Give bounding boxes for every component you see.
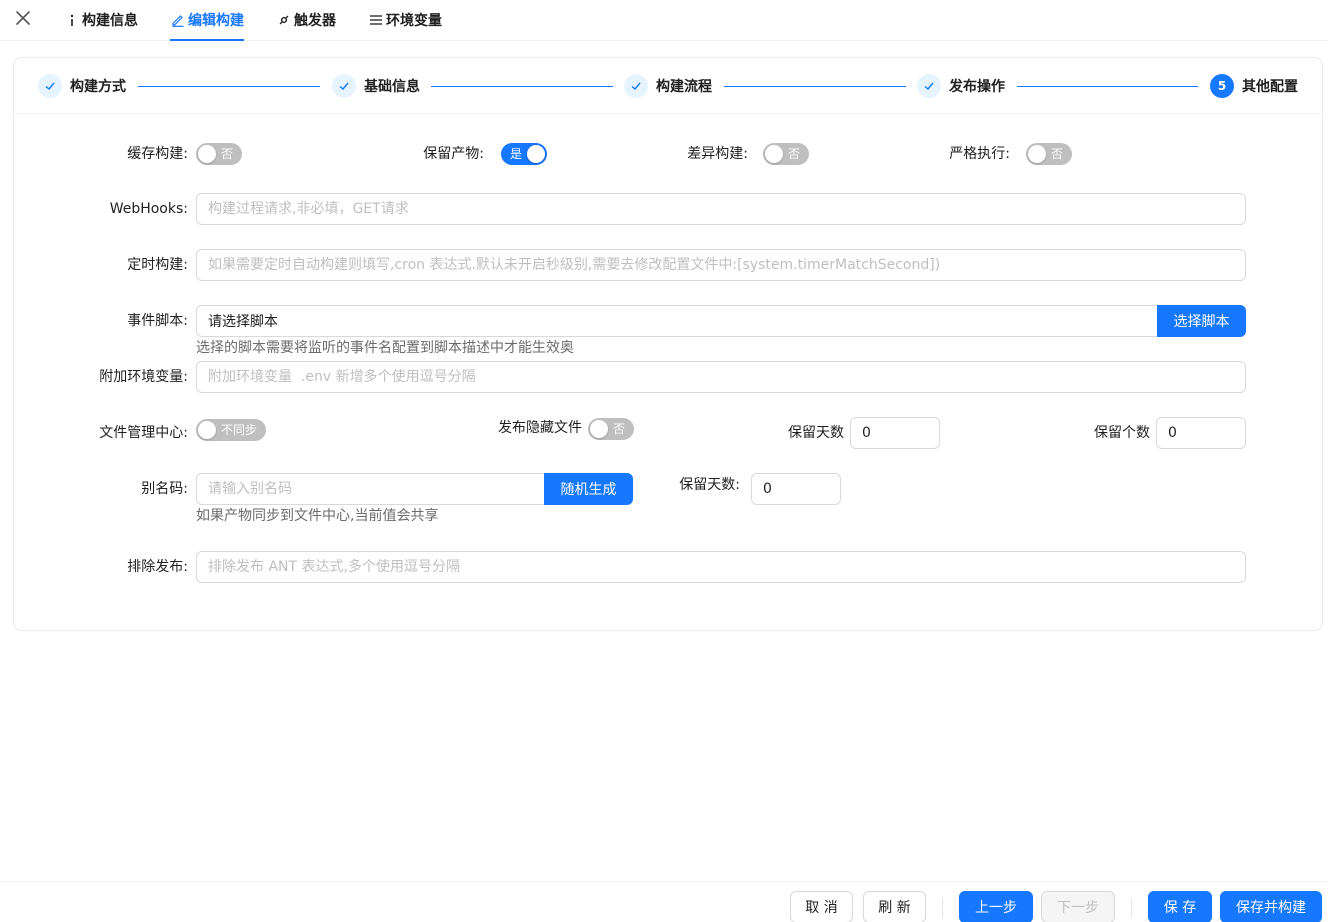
step-basic-info[interactable]: 基础信息 xyxy=(332,74,420,98)
keep-count-input[interactable] xyxy=(1156,417,1246,449)
check-icon xyxy=(917,74,941,98)
webhooks-label: WebHooks: xyxy=(109,201,188,217)
extra-env-input[interactable] xyxy=(196,361,1246,393)
switch-text: 否 xyxy=(1050,147,1063,161)
tab-label: 编辑构建 xyxy=(188,13,244,29)
close-icon[interactable] xyxy=(12,7,34,29)
publish-hidden-label: 发布隐藏文件 xyxy=(498,420,582,436)
keep-days-input[interactable] xyxy=(850,417,940,449)
save-button[interactable]: 保 存 xyxy=(1148,891,1212,922)
step-title: 基础信息 xyxy=(364,79,420,95)
event-script-help: 选择的脚本需要将监听的事件名配置到脚本描述中才能生效奥 xyxy=(196,340,574,356)
keep-artifact-label: 保留产物: xyxy=(423,146,484,162)
step-title: 构建流程 xyxy=(656,79,712,95)
strict-exec-label: 严格执行: xyxy=(949,146,1010,162)
tab-build-info[interactable]: 构建信息 xyxy=(64,0,138,40)
step-other-config[interactable]: 5 其他配置 xyxy=(1210,74,1298,98)
step-connector xyxy=(724,86,906,87)
timed-build-label: 定时构建: xyxy=(127,257,188,273)
tab-label: 触发器 xyxy=(294,13,336,29)
switch-text: 否 xyxy=(612,422,625,436)
alias-code-label: 别名码: xyxy=(141,481,188,497)
tab-label: 构建信息 xyxy=(82,13,138,29)
switch-text: 否 xyxy=(787,147,800,161)
footer-bar: 取 消 刷 新 上一步 下一步 保 存 保存并构建 xyxy=(0,881,1328,922)
tab-edit-build[interactable]: 编辑构建 xyxy=(170,0,244,41)
step-title: 发布操作 xyxy=(949,79,1005,95)
step-title: 其他配置 xyxy=(1242,79,1298,95)
keep-count-label: 保留个数 xyxy=(1094,425,1150,441)
tab-list: 构建信息 编辑构建 触发器 环境变量 xyxy=(64,0,474,41)
webhooks-input[interactable] xyxy=(196,193,1246,225)
api-icon xyxy=(276,13,292,27)
exclude-publish-input[interactable] xyxy=(196,551,1246,583)
switch-text: 否 xyxy=(220,147,233,161)
event-script-input[interactable] xyxy=(196,305,1158,337)
switch-knob xyxy=(527,145,545,163)
footer-divider xyxy=(1131,898,1132,918)
next-step-button: 下一步 xyxy=(1041,891,1115,922)
edit-icon xyxy=(170,13,186,27)
file-center-switch[interactable]: 不同步 xyxy=(196,419,266,441)
diff-build-switch[interactable]: 否 xyxy=(763,143,809,165)
cache-build-label: 缓存构建: xyxy=(127,146,188,162)
switch-knob xyxy=(1028,145,1046,163)
tab-trigger[interactable]: 触发器 xyxy=(276,0,336,40)
refresh-button[interactable]: 刷 新 xyxy=(863,891,926,922)
step-number: 5 xyxy=(1210,74,1234,98)
strict-exec-switch[interactable]: 否 xyxy=(1026,143,1072,165)
switch-knob xyxy=(198,145,216,163)
timed-build-input[interactable] xyxy=(196,249,1246,281)
step-connector xyxy=(431,86,613,87)
steps-bar: 构建方式 基础信息 构建流程 发布操作 5 其他配置 xyxy=(14,58,1322,114)
cache-build-switch[interactable]: 否 xyxy=(196,143,242,165)
switch-text: 是 xyxy=(510,147,523,161)
save-and-build-button[interactable]: 保存并构建 xyxy=(1220,891,1322,922)
step-build-flow[interactable]: 构建流程 xyxy=(624,74,712,98)
extra-env-label: 附加环境变量: xyxy=(99,369,188,385)
alias-code-input[interactable] xyxy=(196,473,545,505)
config-card: 构建方式 基础信息 构建流程 发布操作 5 其他配置 缓存构建: 否 保留产物:… xyxy=(13,57,1323,631)
keep-artifact-switch[interactable]: 是 xyxy=(501,143,547,165)
file-center-label: 文件管理中心: xyxy=(99,425,188,441)
cancel-button[interactable]: 取 消 xyxy=(790,891,853,922)
step-connector xyxy=(1017,86,1198,87)
check-icon xyxy=(332,74,356,98)
event-script-label: 事件脚本: xyxy=(127,313,188,329)
list-icon xyxy=(368,14,384,26)
alias-code-help: 如果产物同步到文件中心,当前值会共享 xyxy=(196,508,439,524)
switch-knob xyxy=(198,421,216,439)
check-icon xyxy=(38,74,62,98)
tab-label: 环境变量 xyxy=(386,13,442,29)
select-script-button[interactable]: 选择脚本 xyxy=(1157,305,1246,337)
switch-text: 不同步 xyxy=(220,423,257,437)
alias-keep-days-input[interactable] xyxy=(751,473,841,505)
tab-env-vars[interactable]: 环境变量 xyxy=(368,0,442,40)
step-publish[interactable]: 发布操作 xyxy=(917,74,1005,98)
step-connector xyxy=(138,86,320,87)
keep-days-label: 保留天数 xyxy=(788,425,844,441)
alias-keep-days-label: 保留天数: xyxy=(679,477,740,493)
step-build-method[interactable]: 构建方式 xyxy=(38,74,126,98)
prev-step-button[interactable]: 上一步 xyxy=(959,891,1033,922)
switch-knob xyxy=(765,145,783,163)
random-generate-button[interactable]: 随机生成 xyxy=(544,473,633,505)
top-tab-bar: 构建信息 编辑构建 触发器 环境变量 xyxy=(0,0,1328,41)
info-icon xyxy=(64,13,80,27)
switch-knob xyxy=(590,420,608,438)
footer-divider xyxy=(942,898,943,918)
diff-build-label: 差异构建: xyxy=(687,146,748,162)
check-icon xyxy=(624,74,648,98)
step-title: 构建方式 xyxy=(70,79,126,95)
exclude-publish-label: 排除发布: xyxy=(127,559,188,575)
publish-hidden-switch[interactable]: 否 xyxy=(588,418,634,440)
